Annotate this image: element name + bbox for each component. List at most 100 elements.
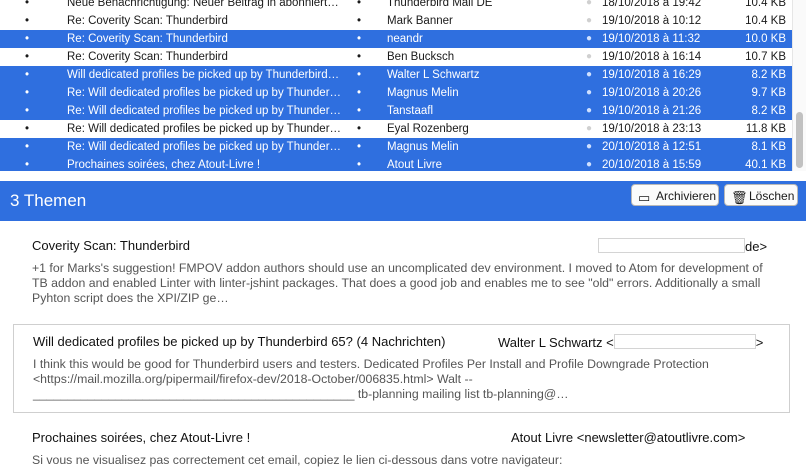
message-size: 40.1 KB [745,159,786,171]
trash-icon: 🗑 [731,190,748,205]
message-date: 19/10/2018 à 16:14 [602,51,702,63]
message-row[interactable]: • Will dedicated profiles be picked up by… [0,66,792,84]
archive-button[interactable]: ▭ Archivieren [631,184,719,206]
message-subject: Re: Coverity Scan: Thunderbird [67,51,228,63]
message-size: 11.8 KB [745,123,786,135]
message-row[interactable]: • Re: Coverity Scan: Thunderbird • Ben Buck… [0,48,792,66]
message-from: Mark Banner [387,15,453,27]
read-status-dot-icon: • [24,69,30,81]
thread-card[interactable]: Prochaines soirées, chez Atout-Livre ! A… [13,423,790,473]
read-status-dot-icon: • [24,51,30,63]
message-size: 10.7 KB [745,51,786,63]
message-from: Thunderbird Mail DE [387,0,493,9]
junk-status-icon: ● [585,87,593,98]
thread-snippet: I think this would be good for Thunderbi… [33,357,713,401]
read-status-dot-icon: • [24,15,30,27]
message-size: 8.2 KB [751,69,786,81]
message-size: 10.4 KB [745,0,786,9]
junk-status-icon: ● [585,69,593,80]
thread-card[interactable]: Coverity Scan: Thunderbird de> +1 for Ma… [13,231,790,311]
message-from: Eyal Rozenberg [387,123,469,135]
message-subject: Re: Will dedicated profiles be picked up… [67,87,342,99]
message-size: 10.4 KB [745,15,786,27]
message-row[interactable]: • Neue Benachrichtigung: Neuer Beitrag in… [0,0,792,12]
message-row[interactable]: • Re: Will dedicated profiles be picked u… [0,102,792,120]
junk-status-icon: ● [585,123,593,134]
thread-sender: Walter L Schwartz < > [498,334,763,350]
message-size: 9.7 KB [751,87,786,99]
message-count: (4 Nachrichten) [356,334,446,349]
message-date: 20/10/2018 à 12:51 [602,141,702,153]
thread-dot-icon: • [356,33,362,45]
message-from: Magnus Melin [387,141,459,153]
read-status-dot-icon: • [24,87,30,99]
thread-subject: Will dedicated profiles be picked up by … [33,334,353,349]
thread-dot-icon: • [356,141,362,153]
junk-status-icon: ● [585,33,593,44]
message-date: 19/10/2018 à 20:26 [602,87,702,99]
message-list[interactable]: • Neue Benachrichtigung: Neuer Beitrag in… [0,0,792,171]
message-row[interactable]: • Re: Will dedicated profiles be picked u… [0,120,792,138]
junk-status-icon: ● [585,15,593,26]
thread-dot-icon: • [356,51,362,63]
message-date: 19/10/2018 à 21:26 [602,105,702,117]
message-from: Ben Bucksch [387,51,455,63]
junk-status-icon: ● [585,141,593,152]
message-from: neandr [387,33,423,45]
message-date: 18/10/2018 à 19:42 [602,0,702,9]
message-size: 8.2 KB [751,105,786,117]
thread-subject: Prochaines soirées, chez Atout-Livre ! [32,430,251,445]
sender-suffix: de> [745,239,768,254]
junk-status-icon: ● [585,51,593,62]
message-from: Atout Livre [387,159,442,171]
summary-title: 3 Themen [10,191,87,210]
delete-label: Löschen [749,189,795,203]
read-status-dot-icon: • [24,123,30,135]
read-status-dot-icon: • [24,159,30,171]
message-date: 19/10/2018 à 10:12 [602,15,702,27]
message-date: 20/10/2018 à 15:59 [602,159,702,171]
message-subject: Neue Benachrichtigung: Neuer Beitrag in … [67,0,339,9]
message-from: Magnus Melin [387,87,459,99]
message-date: 19/10/2018 à 16:29 [602,69,702,81]
thread-dot-icon: • [356,15,362,27]
message-size: 8.1 KB [751,141,786,153]
sender-suffix: > [755,335,764,350]
message-size: 10.0 KB [745,33,786,45]
thread-snippet: Si vous ne visualisez pas correctement c… [32,453,563,467]
delete-button[interactable]: 🗑 Löschen [724,184,798,206]
read-status-dot-icon: • [24,105,30,117]
read-status-dot-icon: • [24,0,30,9]
message-date: 19/10/2018 à 23:13 [602,123,702,135]
thread-subject-line: Will dedicated profiles be picked up by … [33,334,445,349]
archive-label: Archivieren [656,189,717,203]
scrollbar-thumb[interactable] [796,112,803,168]
message-row[interactable]: • Re: Coverity Scan: Thunderbird • neandr ● 1… [0,30,792,48]
read-status-dot-icon: • [24,141,30,153]
redacted-email [598,238,745,253]
message-list-scrollbar[interactable] [792,0,806,171]
message-row[interactable]: • Re: Will dedicated profiles be picked u… [0,84,792,102]
thread-sender: de> [598,238,767,254]
sender-name: Walter L Schwartz < [498,335,614,350]
thread-dot-icon: • [356,159,362,171]
thread-card[interactable]: Will dedicated profiles be picked up by … [13,324,790,413]
thread-dot-icon: • [356,105,362,117]
thread-dot-icon: • [356,87,362,99]
message-subject: Prochaines soirées, chez Atout-Livre ! [67,159,261,171]
message-row[interactable]: • Re: Coverity Scan: Thunderbird • Mark Ban… [0,12,792,30]
archive-icon: ▭ [638,190,651,205]
thread-dot-icon: • [356,0,362,9]
message-row[interactable]: • Prochaines soirées, chez Atout-Livre ! •… [0,156,792,171]
message-from: Walter L Schwartz [387,69,480,81]
junk-status-icon: ● [585,105,593,116]
thread-dot-icon: • [356,69,362,81]
message-row[interactable]: • Re: Will dedicated profiles be picked u… [0,138,792,156]
read-status-dot-icon: • [24,33,30,45]
message-subject: Re: Coverity Scan: Thunderbird [67,33,228,45]
junk-status-icon: ● [585,159,593,170]
redacted-email [613,334,756,349]
message-subject: Re: Will dedicated profiles be picked up… [67,123,342,135]
thread-dot-icon: • [356,123,362,135]
message-subject: Will dedicated profiles be picked up by … [67,69,340,81]
